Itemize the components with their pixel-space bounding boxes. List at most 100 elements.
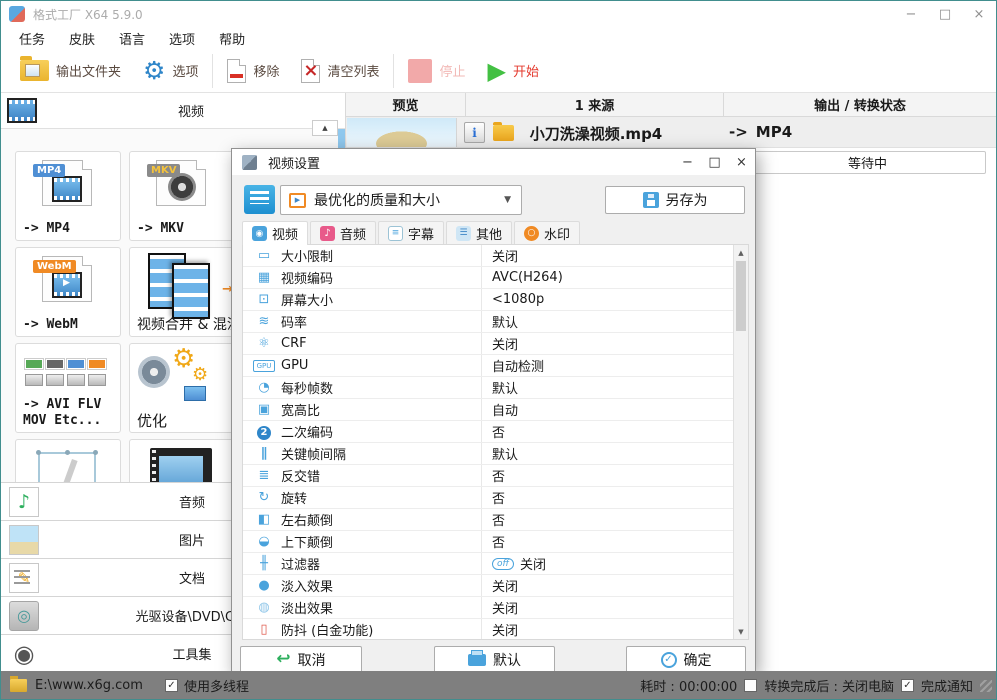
tab-video[interactable]: ◉ 视频 bbox=[242, 221, 308, 245]
resize-grip[interactable] bbox=[980, 680, 992, 692]
scroll-down-arrow-icon[interactable]: ▼ bbox=[734, 624, 748, 639]
setting-row-stabilizer[interactable]: ▯防抖 (白金功能)关闭 bbox=[243, 619, 733, 639]
card-optimize[interactable]: ⚙ ⚙ 优化 bbox=[129, 343, 235, 433]
menu-item-language[interactable]: 语言 bbox=[107, 29, 157, 48]
title-bar: 格式工厂 X64 5.9.0 − □ × bbox=[1, 1, 996, 27]
setting-value: 关闭 bbox=[492, 334, 518, 353]
status-bar: E:\www.x6g.com ✓ 使用多线程 耗时 : 00:00:00 转换完… bbox=[1, 671, 996, 699]
maximize-button[interactable]: □ bbox=[928, 1, 962, 27]
card-to-webm[interactable]: WebM ▶ -> WebM bbox=[15, 247, 121, 337]
card-to-mkv[interactable]: MKV -> MKV bbox=[129, 151, 235, 241]
options-button[interactable]: ⚙ 选项 bbox=[132, 51, 209, 91]
menu-item-help[interactable]: 帮助 bbox=[207, 29, 257, 48]
tab-watermark[interactable]: ○ 水印 bbox=[514, 221, 580, 244]
info-icon[interactable]: i bbox=[464, 122, 485, 143]
setting-row-flip-v[interactable]: ◒上下颠倒否 bbox=[243, 531, 733, 553]
settings-scrollbar[interactable]: ▲ ▼ bbox=[733, 245, 748, 639]
setting-row-filter[interactable]: ╫过滤器off关闭 bbox=[243, 553, 733, 575]
scrollbar-thumb[interactable] bbox=[736, 261, 746, 331]
setting-label: 二次编码 bbox=[281, 422, 481, 441]
dialog-minimize-button[interactable]: − bbox=[674, 149, 701, 175]
tab-audio[interactable]: ♪ 音频 bbox=[310, 221, 376, 244]
flip-h-icon: ◧ bbox=[253, 512, 275, 527]
tab-subtitle[interactable]: ≡ 字幕 bbox=[378, 221, 444, 244]
preset-dropdown[interactable]: ▶ 最优化的质量和大小 ▼ bbox=[280, 185, 522, 215]
setting-row-two-pass[interactable]: 2二次编码否 bbox=[243, 421, 733, 443]
setting-label: 反交错 bbox=[281, 466, 481, 485]
setting-value: 否 bbox=[492, 422, 505, 441]
setting-row-keyframe[interactable]: ∥关键帧间隔默认 bbox=[243, 443, 733, 465]
setting-row-waves[interactable]: ≋码率默认 bbox=[243, 311, 733, 333]
remove-document-icon bbox=[227, 59, 246, 83]
output-format: -> MP4 bbox=[729, 123, 792, 141]
conversion-status: 等待中 bbox=[749, 151, 986, 174]
setting-label: 上下颠倒 bbox=[281, 532, 481, 551]
deinterlace-icon: ≣ bbox=[253, 468, 275, 483]
setting-row-fade-out[interactable]: ◍淡出效果关闭 bbox=[243, 597, 733, 619]
clear-list-button[interactable]: × 清空列表 bbox=[290, 51, 390, 91]
settings-tabs: ◉ 视频 ♪ 音频 ≡ 字幕 ☰ 其他 ○ 水印 bbox=[242, 221, 580, 244]
settings-table: ▭大小限制关闭▦视频编码AVC(H264)⊡屏幕大小<1080p≋码率默认⚛CR… bbox=[242, 244, 749, 640]
save-as-button[interactable]: 另存为 bbox=[605, 186, 745, 214]
menu-item-skin[interactable]: 皮肤 bbox=[57, 29, 107, 48]
column-divider bbox=[481, 553, 482, 574]
setting-row-fade-in[interactable]: ●淡入效果关闭 bbox=[243, 575, 733, 597]
setting-row-clock[interactable]: ◔每秒帧数默认 bbox=[243, 377, 733, 399]
setting-row-chip[interactable]: ▦视频编码AVC(H264) bbox=[243, 267, 733, 289]
remove-button[interactable]: 移除 bbox=[216, 51, 290, 91]
ruler-icon: ▭ bbox=[253, 248, 275, 263]
stop-button[interactable]: 停止 bbox=[397, 51, 476, 91]
notify-checkbox[interactable]: ✓ bbox=[901, 679, 914, 692]
task-row[interactable]: i 小刀洗澡视频.mp4 -> MP4 bbox=[346, 117, 996, 148]
menu-item-options[interactable]: 选项 bbox=[157, 29, 207, 48]
menu-item-task[interactable]: 任务 bbox=[7, 29, 57, 48]
source-column-header[interactable]: 1 来源 bbox=[466, 93, 724, 116]
tab-other[interactable]: ☰ 其他 bbox=[446, 221, 512, 244]
shutdown-checkbox[interactable] bbox=[744, 679, 757, 692]
toolbar-separator bbox=[393, 54, 394, 88]
ok-button[interactable]: ✓ 确定 bbox=[626, 646, 746, 673]
dialog-close-button[interactable]: × bbox=[728, 149, 755, 175]
dialog-title-bar[interactable]: 视频设置 − □ × bbox=[232, 149, 755, 175]
cancel-button[interactable]: ↩ 取消 bbox=[240, 646, 362, 673]
setting-row-aspect[interactable]: ▣宽高比自动 bbox=[243, 399, 733, 421]
window-title: 格式工厂 X64 5.9.0 bbox=[33, 6, 143, 23]
column-divider bbox=[481, 509, 482, 530]
setting-row-ruler[interactable]: ▭大小限制关闭 bbox=[243, 245, 733, 267]
setting-row-deinterlace[interactable]: ≣反交错否 bbox=[243, 465, 733, 487]
setting-row-atom[interactable]: ⚛CRF关闭 bbox=[243, 333, 733, 355]
video-section-header[interactable]: 视频 bbox=[1, 93, 345, 129]
setting-row-gpu[interactable]: GPUGPU自动检测 bbox=[243, 355, 733, 377]
chip-icon: ▦ bbox=[253, 270, 275, 285]
close-button[interactable]: × bbox=[962, 1, 996, 27]
setting-row-rotate[interactable]: ↻旋转否 bbox=[243, 487, 733, 509]
clock-icon: ◔ bbox=[253, 380, 275, 395]
default-button[interactable]: 默认 bbox=[434, 646, 555, 673]
card-to-avi-flv-mov[interactable]: -> AVI FLV MOV Etc... bbox=[15, 343, 121, 433]
setting-label: CRF bbox=[281, 336, 481, 351]
card-to-mp4[interactable]: MP4 -> MP4 bbox=[15, 151, 121, 241]
setting-row-flip-h[interactable]: ◧左右颠倒否 bbox=[243, 509, 733, 531]
preview-column-header[interactable]: 预览 bbox=[346, 93, 466, 116]
output-status-column-header[interactable]: 输出 / 转换状态 bbox=[724, 93, 996, 116]
setting-label: 淡入效果 bbox=[281, 576, 481, 595]
card-label: 优化 bbox=[137, 413, 231, 429]
photo-icon bbox=[184, 386, 206, 401]
elapsed-time: 耗时 : 00:00:00 bbox=[640, 676, 737, 695]
fade-in-icon: ● bbox=[253, 578, 275, 593]
start-button[interactable]: ▶ 开始 bbox=[477, 51, 550, 91]
scroll-up-arrow-icon[interactable]: ▲ bbox=[734, 245, 748, 260]
aspect-icon: ▣ bbox=[253, 402, 275, 417]
column-divider bbox=[481, 575, 482, 596]
output-path[interactable]: E:\www.x6g.com bbox=[35, 678, 143, 693]
gear-icon: ⚙ bbox=[143, 58, 165, 83]
minimize-button[interactable]: − bbox=[894, 1, 928, 27]
scroll-up-button[interactable]: ▲ bbox=[312, 120, 338, 136]
setting-row-monitor[interactable]: ⊡屏幕大小<1080p bbox=[243, 289, 733, 311]
card-label: -> MKV bbox=[137, 221, 231, 237]
format-text: MP4 bbox=[756, 123, 792, 141]
output-folder-button[interactable]: 输出文件夹 bbox=[9, 51, 132, 91]
dialog-maximize-button[interactable]: □ bbox=[701, 149, 728, 175]
card-video-merge-mux[interactable]: → 视频合并 & 混流 bbox=[129, 247, 235, 337]
multithread-checkbox[interactable]: ✓ bbox=[165, 679, 178, 692]
